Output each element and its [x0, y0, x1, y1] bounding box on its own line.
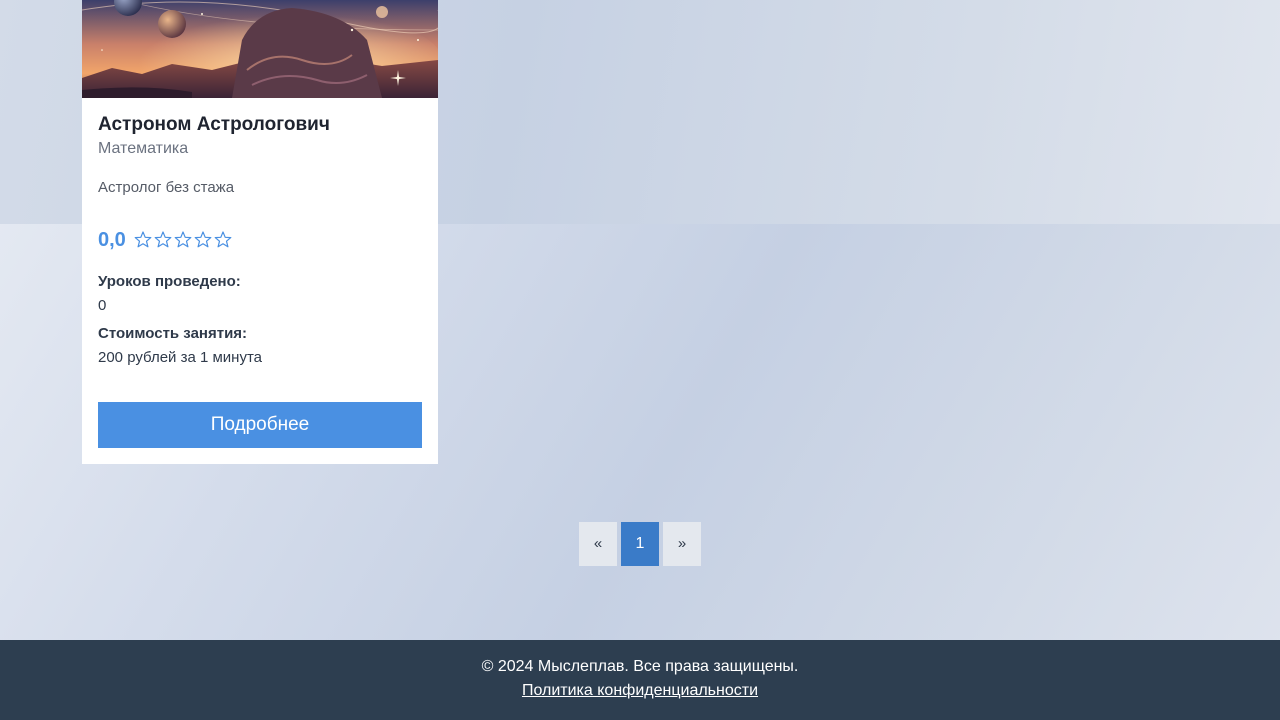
- cosmic-illustration-icon: [82, 0, 438, 98]
- details-button[interactable]: Подробнее: [98, 402, 422, 448]
- price-value: 200 рублей за 1 минута: [98, 349, 263, 366]
- rating-value: 0,0: [98, 228, 126, 251]
- tutor-image[interactable]: [82, 0, 438, 98]
- privacy-policy-link[interactable]: Политика конфиденциальности: [522, 682, 758, 699]
- footer-link-wrapper: Политика конфиденциальности: [0, 682, 1280, 700]
- tutor-description: Астролог без стажа: [98, 179, 235, 196]
- lessons-label: Уроков проведено:: [98, 273, 241, 290]
- tutor-name: Астроном Астрологович: [98, 114, 330, 135]
- pagination-page-current[interactable]: 1: [621, 522, 659, 566]
- pagination-prev-button[interactable]: «: [579, 522, 617, 566]
- tutor-subject: Математика: [98, 140, 189, 157]
- footer: © 2024 Мыслеплав. Все права защищены. По…: [0, 640, 1280, 720]
- footer-copyright: © 2024 Мыслеплав. Все права защищены.: [481, 658, 799, 675]
- pagination: « 1 »: [579, 522, 701, 566]
- pagination-next-button[interactable]: »: [663, 522, 701, 566]
- price-label: Стоимость занятия:: [98, 325, 248, 342]
- lessons-value: 0: [98, 297, 107, 314]
- rating: 0,0: [98, 227, 233, 253]
- star-empty-icon: [213, 230, 233, 250]
- star-empty-icon: [173, 230, 193, 250]
- tutor-card: Астроном Астрологович Математика Астроло…: [82, 0, 438, 464]
- star-empty-icon: [133, 230, 153, 250]
- star-empty-icon: [193, 230, 213, 250]
- star-empty-icon: [153, 230, 173, 250]
